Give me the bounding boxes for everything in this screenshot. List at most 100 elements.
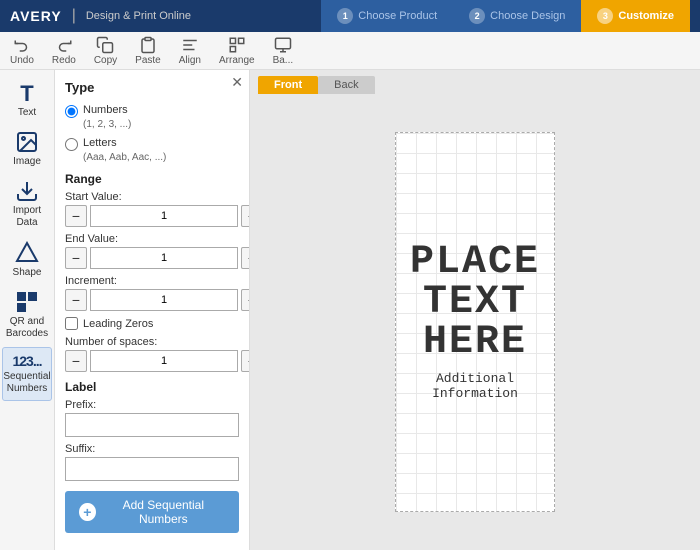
step-2-circle: 2 xyxy=(469,8,485,24)
tool-sequential[interactable]: 123... SequentialNumbers xyxy=(2,347,52,401)
step-indicators: 1 Choose Product 2 Choose Design 3 Custo… xyxy=(321,0,690,32)
canvas-tabs: Front Back xyxy=(250,70,700,94)
redo-button[interactable]: Redo xyxy=(52,36,76,66)
num-spaces-input[interactable] xyxy=(90,350,238,372)
main-area: T Text Image ImportData Shape QR andBarc… xyxy=(0,70,700,550)
increment-increment[interactable]: + xyxy=(241,289,250,311)
tool-image[interactable]: Image xyxy=(2,125,52,172)
tool-import[interactable]: ImportData xyxy=(2,174,52,234)
tool-text-label: Text xyxy=(18,107,36,118)
end-value-label: End Value: xyxy=(65,233,239,245)
align-label: Align xyxy=(179,55,201,66)
start-value-increment[interactable]: + xyxy=(241,205,250,227)
canvas-area: Front Back Place Text Here AdditionalInf… xyxy=(250,70,700,550)
undo-label: Undo xyxy=(10,55,34,66)
end-value-input[interactable] xyxy=(90,247,238,269)
tool-text[interactable]: T Text xyxy=(2,78,52,123)
start-value-input[interactable] xyxy=(90,205,238,227)
num-spaces-increment[interactable]: + xyxy=(241,350,250,372)
step-2-label: Choose Design xyxy=(490,10,565,22)
type-letters-option[interactable]: Letters (Aaa, Aab, Aac, ...) xyxy=(65,136,239,165)
label-additional-info: AdditionalInformation xyxy=(432,371,518,401)
tool-shape-label: Shape xyxy=(13,267,42,278)
sequential-numbers-panel: ✕ Type Numbers (1, 2, 3, ...) Letters (A… xyxy=(55,70,250,550)
tool-sequential-label: SequentialNumbers xyxy=(3,371,50,395)
ba-button[interactable]: Ba... xyxy=(273,36,294,66)
suffix-input[interactable] xyxy=(65,457,239,481)
prefix-input[interactable] xyxy=(65,413,239,437)
step-1-circle: 1 xyxy=(337,8,353,24)
type-letters-label: Letters xyxy=(83,137,117,149)
type-numbers-label: Numbers xyxy=(83,104,128,116)
type-radio-group: Numbers (1, 2, 3, ...) Letters (Aaa, Aab… xyxy=(65,103,239,164)
suffix-label: Suffix: xyxy=(65,443,239,455)
nav-divider: | xyxy=(72,7,76,25)
ba-label: Ba... xyxy=(273,55,294,66)
increment-input[interactable] xyxy=(90,289,238,311)
end-value-increment[interactable]: + xyxy=(241,247,250,269)
tool-image-label: Image xyxy=(13,156,41,167)
end-value-decrement[interactable]: − xyxy=(65,247,87,269)
start-value-row: Start Value: − + xyxy=(65,191,239,227)
add-sequential-button[interactable]: + Add Sequential Numbers xyxy=(65,491,239,533)
step-1-button[interactable]: 1 Choose Product xyxy=(321,0,453,32)
type-letters-sub: (Aaa, Aab, Aac, ...) xyxy=(83,152,166,163)
label-text-text: Text xyxy=(423,283,527,323)
tool-import-label: ImportData xyxy=(13,205,41,229)
tool-shape[interactable]: Shape xyxy=(2,236,52,283)
shape-icon xyxy=(15,241,39,265)
tool-sidebar: T Text Image ImportData Shape QR andBarc… xyxy=(0,70,55,550)
tab-front[interactable]: Front xyxy=(258,76,318,94)
num-spaces-decrement[interactable]: − xyxy=(65,350,87,372)
num-spaces-row: Number of spaces: − + xyxy=(65,336,239,372)
undo-button[interactable]: Undo xyxy=(10,36,34,66)
type-numbers-radio[interactable] xyxy=(65,105,78,118)
panel-close-button[interactable]: ✕ xyxy=(231,74,243,91)
label-title: Label xyxy=(65,380,239,394)
label-preview: Place Text Here AdditionalInformation xyxy=(395,132,555,512)
end-value-row: End Value: − + xyxy=(65,233,239,269)
import-icon xyxy=(15,179,39,203)
text-icon: T xyxy=(20,83,33,105)
suffix-row: Suffix: xyxy=(65,443,239,481)
type-letters-radio[interactable] xyxy=(65,138,78,151)
step-3-button[interactable]: 3 Customize xyxy=(581,0,690,32)
brand-logo: AVERY xyxy=(10,8,62,24)
step-1-label: Choose Product xyxy=(358,10,437,22)
panel-title: Type xyxy=(65,80,239,95)
label-text-place: Place xyxy=(410,243,540,283)
canvas-wrapper: Place Text Here AdditionalInformation xyxy=(250,94,700,550)
copy-button[interactable]: Copy xyxy=(94,36,117,66)
top-nav: AVERY | Design & Print Online 1 Choose P… xyxy=(0,0,700,32)
prefix-row: Prefix: xyxy=(65,399,239,437)
arrange-button[interactable]: Arrange xyxy=(219,36,255,66)
start-value-decrement[interactable]: − xyxy=(65,205,87,227)
range-title: Range xyxy=(65,172,239,186)
leading-zeros-row: Leading Zeros xyxy=(65,317,239,330)
leading-zeros-checkbox[interactable] xyxy=(65,317,78,330)
tool-qr[interactable]: QR andBarcodes xyxy=(2,285,52,345)
redo-label: Redo xyxy=(52,55,76,66)
align-button[interactable]: Align xyxy=(179,36,201,66)
paste-button[interactable]: Paste xyxy=(135,36,161,66)
sequential-icon: 123... xyxy=(12,353,41,369)
increment-decrement[interactable]: − xyxy=(65,289,87,311)
step-3-circle: 3 xyxy=(597,8,613,24)
tool-qr-label: QR andBarcodes xyxy=(6,316,48,340)
prefix-label: Prefix: xyxy=(65,399,239,411)
arrange-label: Arrange xyxy=(219,55,255,66)
start-value-label: Start Value: xyxy=(65,191,239,203)
add-plus-icon: + xyxy=(79,503,96,521)
step-2-button[interactable]: 2 Choose Design xyxy=(453,0,581,32)
paste-label: Paste xyxy=(135,55,161,66)
type-numbers-option[interactable]: Numbers (1, 2, 3, ...) xyxy=(65,103,239,132)
leading-zeros-label[interactable]: Leading Zeros xyxy=(83,318,153,330)
tab-back[interactable]: Back xyxy=(318,76,374,94)
step-3-label: Customize xyxy=(618,10,674,22)
toolbar: Undo Redo Copy Paste Align Arrange Ba... xyxy=(0,32,700,70)
label-text-here: Here xyxy=(423,323,527,363)
num-spaces-label: Number of spaces: xyxy=(65,336,239,348)
copy-label: Copy xyxy=(94,55,117,66)
app-subtitle: Design & Print Online xyxy=(86,10,191,22)
type-numbers-sub: (1, 2, 3, ...) xyxy=(83,119,131,130)
